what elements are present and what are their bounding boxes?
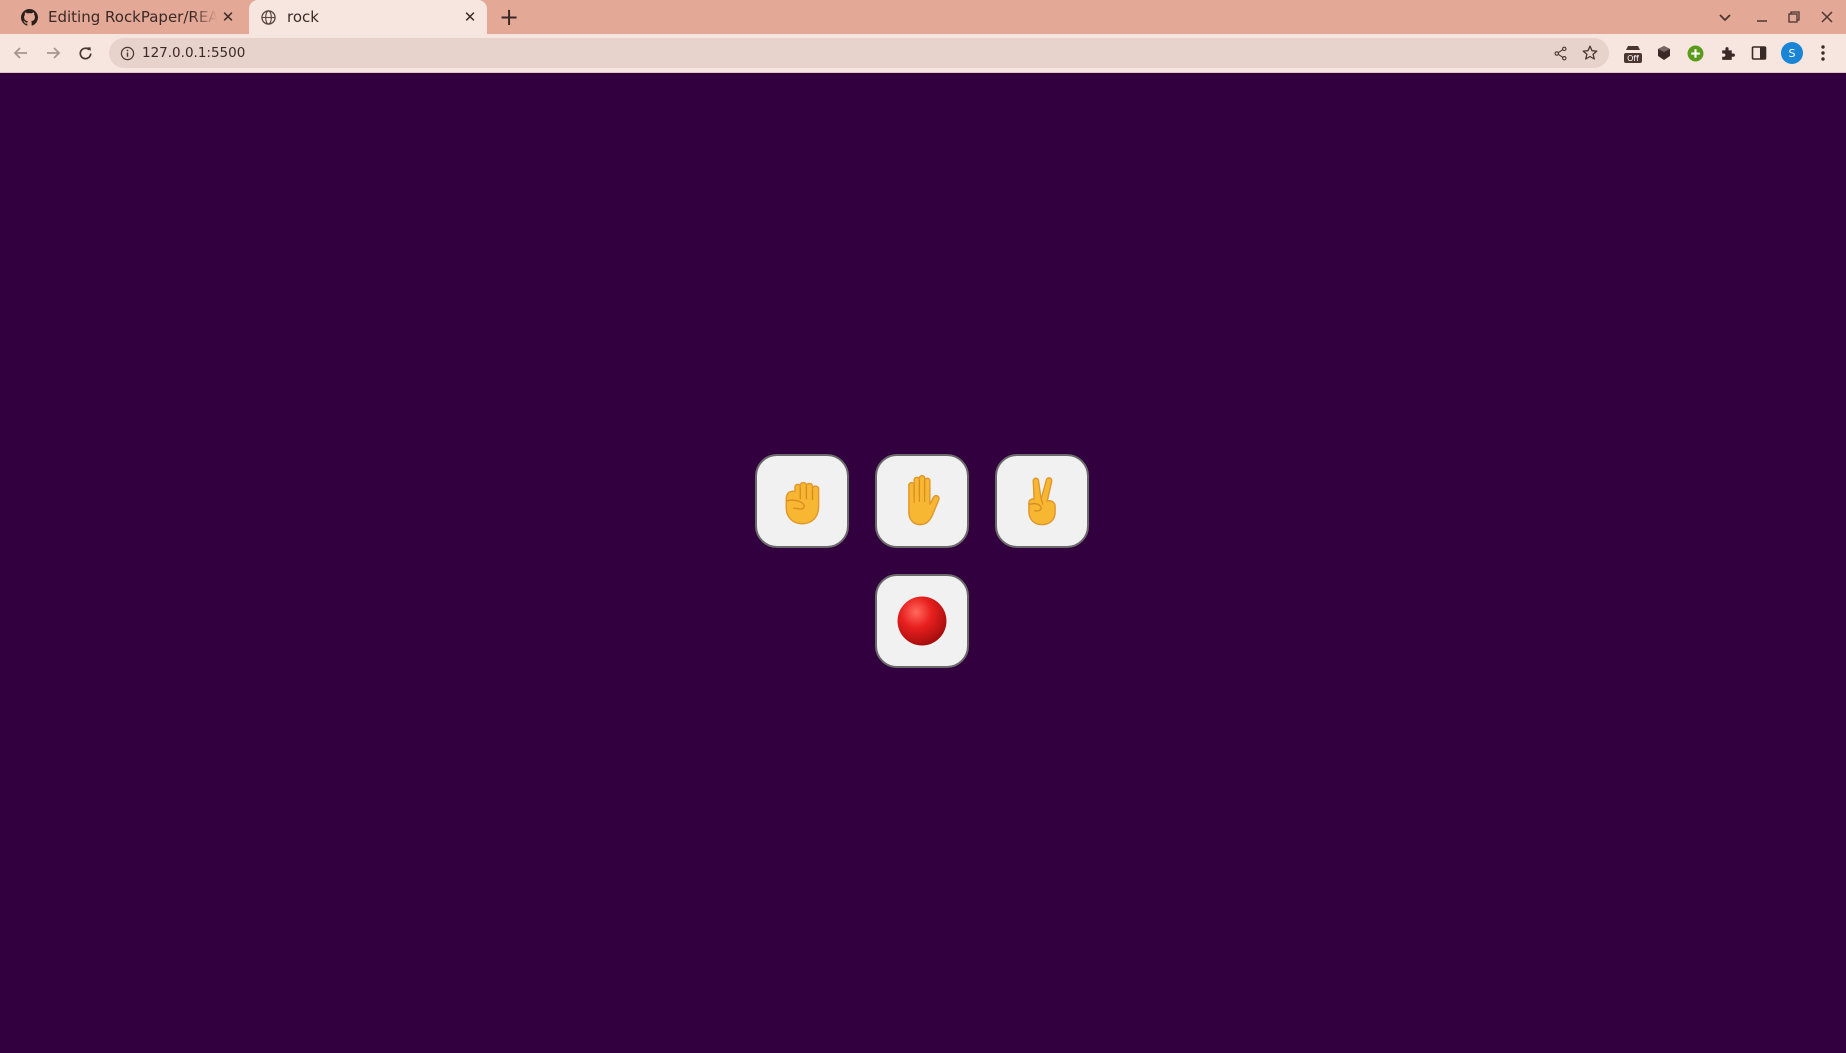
incognito-off-extension-icon[interactable]: Off	[1620, 40, 1646, 66]
side-panel-icon[interactable]	[1746, 40, 1772, 66]
share-icon[interactable]	[1549, 42, 1571, 64]
github-icon	[20, 8, 38, 26]
red-circle-icon	[897, 596, 947, 646]
site-info-icon[interactable]	[116, 42, 138, 64]
restore-icon[interactable]	[1781, 4, 1807, 30]
tab-title: Editing RockPaper/README.md	[48, 8, 217, 26]
browser-window: Editing RockPaper/README.md ✕ rock ✕ +	[0, 0, 1846, 1053]
reload-icon[interactable]	[72, 40, 98, 66]
page-viewport	[0, 73, 1846, 1053]
globe-icon	[259, 8, 277, 26]
cube-extension-icon[interactable]	[1651, 40, 1677, 66]
forward-arrow-icon[interactable]	[40, 40, 66, 66]
back-arrow-icon[interactable]	[8, 40, 34, 66]
svg-text:Off: Off	[1627, 54, 1639, 63]
tab-rock[interactable]: rock ✕	[249, 0, 487, 34]
rock-button[interactable]	[755, 454, 849, 548]
tab-strip: Editing RockPaper/README.md ✕ rock ✕ +	[0, 0, 1846, 34]
extensions-puzzle-icon[interactable]	[1714, 40, 1740, 66]
minimize-icon[interactable]	[1749, 4, 1775, 30]
tab-github-readme[interactable]: Editing RockPaper/README.md ✕	[10, 0, 245, 34]
raised-fist-icon	[785, 481, 820, 525]
close-tab-icon[interactable]: ✕	[459, 6, 481, 28]
profile-avatar[interactable]: S	[1781, 42, 1803, 64]
close-window-icon[interactable]	[1814, 4, 1840, 30]
tab-search-chevron-icon[interactable]	[1712, 4, 1738, 30]
paper-button[interactable]	[875, 454, 969, 548]
new-tab-button[interactable]: +	[496, 4, 522, 30]
tab-title: rock	[287, 8, 319, 26]
close-tab-icon[interactable]: ✕	[217, 6, 239, 28]
browser-toolbar: 127.0.0.1:5500 Off S	[0, 34, 1846, 73]
address-bar[interactable]: 127.0.0.1:5500	[109, 38, 1609, 68]
kebab-menu-icon[interactable]	[1810, 40, 1836, 66]
bookmark-star-icon[interactable]	[1579, 42, 1601, 64]
victory-hand-icon	[1028, 477, 1056, 526]
scissors-button[interactable]	[995, 454, 1089, 548]
url-text: 127.0.0.1:5500	[142, 45, 246, 61]
raised-hand-icon	[908, 474, 940, 526]
record-button[interactable]	[875, 574, 969, 668]
green-plus-extension-icon[interactable]	[1682, 40, 1708, 66]
